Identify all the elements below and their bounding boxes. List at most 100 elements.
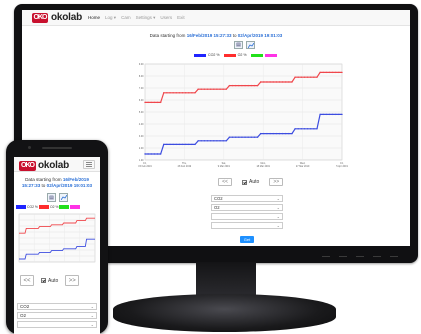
auto-label: Auto [48, 277, 59, 284]
mobile-series-select-1-value: CO2 [20, 304, 30, 309]
hamburger-menu-icon[interactable] [83, 160, 95, 169]
mobile-chart-legend: CO2 % O2 % [16, 205, 81, 209]
y-tick-label: 6.00 [139, 99, 144, 102]
logo-mark: OKO [19, 160, 36, 171]
chart-view-icon[interactable] [246, 41, 255, 49]
data-point-co2 [288, 132, 290, 135]
data-point-o2 [213, 88, 215, 90]
series-select-3[interactable]: ⌄ [211, 213, 283, 220]
data-point-co2 [231, 136, 234, 138]
auto-toggle[interactable]: Auto [41, 278, 58, 284]
next-button[interactable]: >> [65, 275, 80, 286]
auto-checkbox[interactable] [41, 278, 46, 283]
prev-button[interactable]: << [218, 178, 232, 186]
auto-toggle[interactable]: Auto [242, 179, 259, 185]
data-point-co2 [322, 113, 324, 116]
series-select-2-value: O2 [214, 205, 220, 210]
table-view-icon[interactable]: ▤ [47, 193, 56, 202]
data-point-co2 [328, 113, 331, 116]
auto-checkbox[interactable] [242, 179, 247, 185]
data-point-o2 [244, 84, 246, 87]
y-tick-label: 4.00 [139, 123, 144, 126]
y-tick-label: 7.00 [139, 87, 144, 90]
period-mid: to [232, 33, 237, 38]
data-point-o2 [319, 71, 321, 74]
series-select-1[interactable]: CO2 ⌄ [211, 195, 283, 202]
legend-swatch-magenta[interactable] [264, 53, 277, 57]
mobile-brand-logo[interactable]: OKO okolab [19, 160, 69, 171]
data-point-o2 [175, 92, 177, 94]
data-point-o2 [328, 71, 331, 74]
data-point-o2 [209, 88, 212, 90]
prev-button[interactable]: << [20, 275, 34, 286]
data-point-o2 [256, 84, 259, 87]
data-point-co2 [331, 113, 334, 116]
data-point-co2 [269, 132, 271, 135]
chevron-down-icon: ⌄ [90, 313, 94, 318]
data-point-co2 [259, 132, 262, 135]
data-point-o2 [238, 84, 240, 87]
data-point-o2 [247, 84, 249, 87]
paging-controls: << Auto >> [218, 178, 284, 186]
legend-swatch-co2[interactable] [194, 53, 206, 57]
data-point-o2 [184, 92, 187, 94]
period-end: 02/Apr/2019 19:01:03 [237, 33, 283, 38]
data-point-o2 [266, 81, 268, 83]
get-button[interactable]: Get [240, 236, 254, 243]
data-point-co2 [225, 140, 228, 142]
data-point-o2 [234, 84, 237, 87]
next-button[interactable]: >> [269, 178, 284, 186]
legend-swatch-green[interactable] [59, 205, 70, 209]
series-select-1-value: CO2 [214, 196, 223, 201]
data-point-o2 [166, 92, 168, 94]
legend-swatch-co2[interactable] [16, 205, 26, 209]
mobile-series-select-2[interactable]: O2 ⌄ [17, 312, 97, 319]
data-point-o2 [259, 81, 262, 83]
legend-swatch-green[interactable] [250, 53, 263, 57]
data-point-o2 [181, 92, 184, 94]
data-point-co2 [319, 113, 321, 116]
data-point-co2 [228, 136, 231, 138]
data-point-o2 [281, 81, 284, 83]
series-select-2[interactable]: O2 ⌄ [211, 204, 283, 211]
logo-text: okolab [51, 12, 83, 23]
logo-mark: OKO [32, 12, 48, 23]
mobile-series-select-2-value: O2 [20, 313, 27, 318]
table-view-icon[interactable]: ▤ [234, 41, 243, 49]
data-point-co2 [194, 143, 196, 146]
mobile-line-chart [18, 213, 96, 263]
nav-item-users[interactable]: Users [160, 15, 172, 20]
y-tick-label: 2.00 [139, 147, 144, 150]
nav-item-log[interactable]: Log ▾ [105, 15, 116, 21]
data-point-o2 [188, 92, 190, 94]
nav-item-settings[interactable]: Settings ▾ [136, 15, 156, 21]
legend-swatch-magenta[interactable] [70, 205, 81, 209]
brand-logo[interactable]: OKO okolab [32, 12, 82, 23]
nav-item-exit[interactable]: Exit [177, 15, 185, 20]
chart-view-icon[interactable] [59, 193, 68, 202]
period-end: 02/Apr/2019 19:01:03 [46, 183, 93, 188]
mobile-screen: OKO okolab Data starting from 16/Feb/201… [14, 157, 100, 334]
data-point-co2 [272, 132, 274, 135]
data-point-o2 [303, 76, 306, 78]
data-point-o2 [272, 81, 274, 83]
legend-swatch-o2[interactable] [38, 205, 49, 209]
x-tick-label: Thu, 28 Feb 2019 [178, 162, 192, 168]
data-point-o2 [310, 76, 312, 78]
mobile-paging-controls: << Auto >> [20, 275, 80, 286]
data-point-o2 [153, 101, 156, 104]
nav-item-cam[interactable]: Cam [121, 15, 131, 20]
series-select-4[interactable]: ⌄ [211, 222, 283, 229]
data-point-co2 [335, 113, 337, 116]
legend-swatch-o2[interactable] [223, 53, 236, 57]
data-point-o2 [338, 71, 340, 74]
mobile-series-select-3[interactable]: ⌄ [17, 321, 97, 328]
data-point-o2 [313, 76, 315, 78]
y-tick-label: 5.00 [139, 111, 144, 114]
period-prefix: Data starting from [25, 177, 62, 182]
data-point-o2 [335, 71, 337, 74]
mobile-series-select-1[interactable]: CO2 ⌄ [17, 303, 97, 310]
nav-item-home[interactable]: Home [88, 15, 100, 20]
data-point-o2 [231, 84, 234, 87]
data-point-co2 [156, 153, 159, 155]
